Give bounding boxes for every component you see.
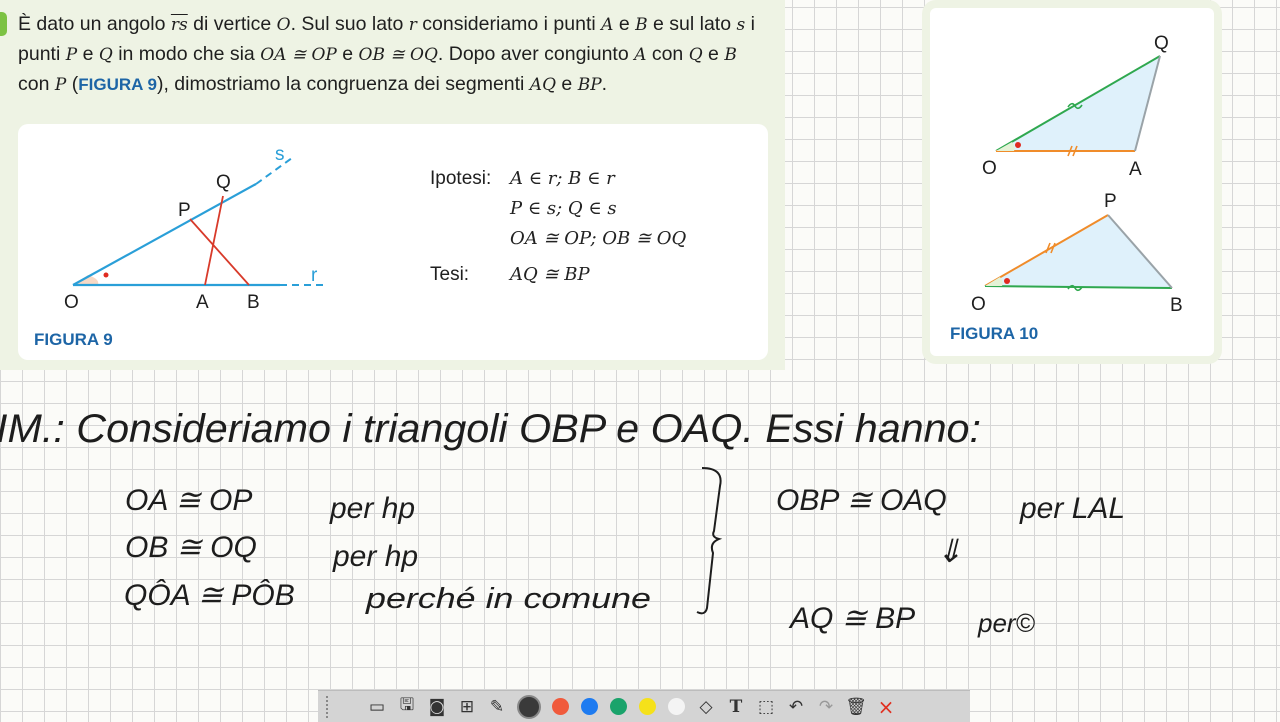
- note-result-reason: per LAL: [1019, 492, 1125, 525]
- handwritten-notes: IM.: Consideriamo i triangoli OBP e OAQ.…: [0, 407, 1125, 638]
- color-yellow[interactable]: [639, 698, 656, 715]
- color-white[interactable]: [668, 698, 685, 715]
- toolbox-icon[interactable]: ⊞: [452, 693, 482, 721]
- implies-arrow: ⇓: [936, 533, 963, 569]
- notes-title-line: IM.: Consideriamo i triangoli OBP e OAQ.…: [0, 407, 981, 451]
- toolbar-grip[interactable]: [326, 695, 338, 718]
- annotation-toolbar: ▭ 🖫 ◙ ⊞ ✎ ◇ T ⬚ ↶ ↷ 🗑 ×: [318, 690, 970, 722]
- note-row2-reason: per hp: [332, 540, 418, 573]
- undo-icon[interactable]: ↶: [781, 693, 811, 721]
- pen-icon[interactable]: ✎: [482, 693, 512, 721]
- close-icon[interactable]: ×: [871, 693, 901, 721]
- note-conclusion-reason: per©: [977, 608, 1036, 638]
- redo-icon[interactable]: ↷: [811, 693, 841, 721]
- color-dark[interactable]: [517, 694, 541, 719]
- note-row3-reason: perché in comune: [365, 583, 651, 615]
- eraser-icon[interactable]: ◇: [691, 693, 721, 721]
- text-icon[interactable]: T: [721, 693, 751, 721]
- note-result: OBP ≅ OAQ: [776, 484, 947, 517]
- note-row1-left: OA ≅ OP: [125, 484, 252, 517]
- note-row2-left: OB ≅ OQ: [125, 531, 257, 564]
- note-row1-reason: per hp: [329, 492, 415, 525]
- screen-icon[interactable]: ▭: [362, 693, 392, 721]
- note-row3-left: QÔA ≅ PÔB: [124, 578, 295, 612]
- save-icon[interactable]: 🖫: [392, 693, 422, 721]
- note-conclusion: AQ ≅ BP: [788, 602, 915, 635]
- brace: [696, 467, 723, 615]
- color-green[interactable]: [610, 698, 627, 715]
- color-red[interactable]: [552, 698, 569, 715]
- select-icon[interactable]: ⬚: [751, 693, 781, 721]
- camera-icon[interactable]: ◙: [422, 693, 452, 721]
- color-blue[interactable]: [581, 698, 598, 715]
- trash-icon[interactable]: 🗑: [841, 693, 871, 721]
